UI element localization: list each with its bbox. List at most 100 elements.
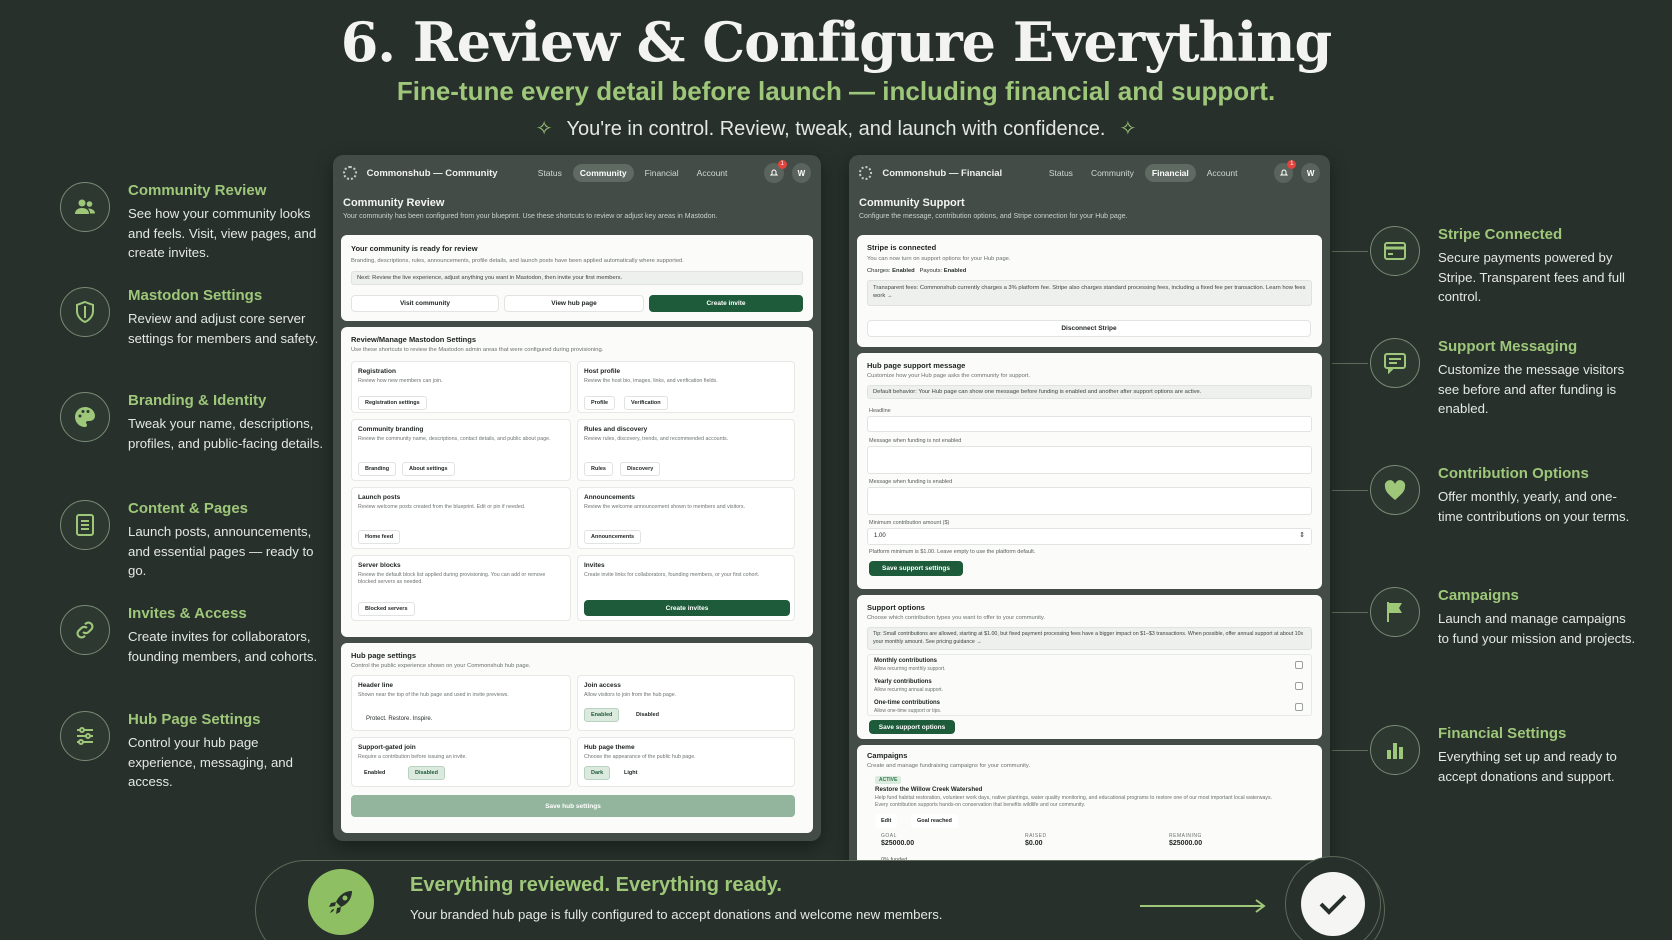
theme-dark-option[interactable]: Dark <box>584 766 611 780</box>
visit-community-button[interactable]: Visit community <box>351 295 499 312</box>
nav-community[interactable]: Community <box>572 164 634 182</box>
launch-posts-item: Launch posts Review welcome posts create… <box>351 487 571 549</box>
profile-button[interactable]: Profile <box>584 396 616 410</box>
verification-button[interactable]: Verification <box>624 396 668 410</box>
monthly-checkbox[interactable] <box>1295 661 1303 669</box>
options-list: Monthly contributions Allow recurring mo… <box>867 654 1312 716</box>
window-brand: Commonshub — Financial <box>882 167 1003 179</box>
window-topbar: Commonshub — Community Status Community … <box>333 155 821 191</box>
hub-settings-card: Hub page settings Control the public exp… <box>341 643 813 833</box>
checkmark-badge <box>1285 856 1381 940</box>
commonshub-logo-icon <box>343 166 357 180</box>
remaining-amount: $25000.00 <box>1169 840 1203 847</box>
avatar[interactable]: W <box>1301 163 1321 183</box>
page-title: 6. Review & Configure Everything <box>340 10 1333 74</box>
nav-financial[interactable]: Financial <box>1144 164 1196 182</box>
yearly-checkbox[interactable] <box>1295 682 1303 690</box>
bell-icon[interactable]: 1 <box>764 160 787 183</box>
community-support-title: Community Support <box>859 197 965 209</box>
gated-enabled-option[interactable]: Enabled <box>358 766 392 780</box>
gated-disabled-option[interactable]: Disabled <box>408 766 445 780</box>
view-hub-page-button[interactable]: View hub page <box>504 295 644 312</box>
announcements-button[interactable]: Announcements <box>584 530 642 544</box>
discovery-button[interactable]: Discovery <box>620 462 661 476</box>
one-time-checkbox[interactable] <box>1295 703 1303 711</box>
minimum-amount-input[interactable]: 1.00 ⇕ <box>867 528 1312 545</box>
save-support-options-button[interactable]: Save support options <box>869 720 955 734</box>
theme-light-option[interactable]: Light <box>618 766 644 780</box>
check-icon <box>1301 872 1365 936</box>
save-hub-settings-button[interactable]: Save hub settings <box>351 795 795 817</box>
manage-settings-card: Review/Manage Mastodon Settings Use thes… <box>341 327 813 637</box>
stepper-icon: ⇕ <box>1299 532 1305 539</box>
goal-reached-button[interactable]: Goal reached <box>911 814 958 828</box>
support-message-card: Hub page support message Customize how y… <box>857 353 1322 589</box>
window-nav: Status Community Financial Account <box>1042 164 1245 182</box>
header-line-item: Header line Shown near the top of the hu… <box>351 675 571 731</box>
rules-button[interactable]: Rules <box>584 462 613 476</box>
community-support-subtitle: Configure the message, contribution opti… <box>859 213 1128 220</box>
nav-community[interactable]: Community <box>1084 164 1141 182</box>
create-invites-button[interactable]: Create invites <box>584 600 790 616</box>
banner-subtitle: Your branded hub page is fully configure… <box>410 907 943 922</box>
next-note: Next: Review the live experience, adjust… <box>351 271 803 285</box>
nav-status[interactable]: Status <box>531 164 569 182</box>
join-disabled-option[interactable]: Disabled <box>630 708 665 722</box>
arrow-icon <box>1140 899 1266 913</box>
sparkle-icon: ✧ <box>1119 118 1137 140</box>
raised-amount: $0.00 <box>1025 840 1043 847</box>
stripe-status: Charges: Enabled Payouts: Enabled <box>867 268 967 274</box>
status-badge: ACTIVE <box>875 776 902 784</box>
about-settings-button[interactable]: About settings <box>402 462 455 476</box>
branding-button[interactable]: Branding <box>358 462 397 476</box>
ready-card: Your community is ready for review Brand… <box>341 235 813 321</box>
users-icon <box>60 182 110 232</box>
edit-campaign-button[interactable]: Edit <box>875 814 898 828</box>
window-nav: Status Community Financial Account <box>531 164 735 182</box>
sparkle-icon: ✧ <box>535 118 553 140</box>
headline-input[interactable] <box>867 416 1312 432</box>
notification-badge: 1 <box>777 160 787 169</box>
home-feed-button[interactable]: Home feed <box>358 530 401 544</box>
invites-item: Invites Create invite links for collabor… <box>577 555 795 621</box>
message-icon <box>1370 338 1420 388</box>
support-options-card: Support options Choose which contributio… <box>857 595 1322 739</box>
campaign-body: Help fund habitat restoration, volunteer… <box>875 795 1273 808</box>
registration-item: Registration Review how new members can … <box>351 361 571 413</box>
commonshub-logo-icon <box>859 166 873 180</box>
heart-icon <box>1370 465 1420 515</box>
shield-icon <box>60 287 110 337</box>
announcements-item: Announcements Review the welcome announc… <box>577 487 795 549</box>
stripe-card: Stripe is connected You can now turn on … <box>857 235 1322 347</box>
default-behavior-note: Default behavior: Your Hub page can show… <box>867 385 1312 399</box>
nav-status[interactable]: Status <box>1042 164 1080 182</box>
tip-note: Tip: Small contributions are allowed, st… <box>867 627 1312 650</box>
create-invite-button[interactable]: Create invite <box>649 295 803 312</box>
window-topbar: Commonshub — Financial Status Community … <box>849 155 1330 191</box>
avatar[interactable]: W <box>791 163 812 183</box>
header-line-value[interactable]: Protect. Restore. Inspire. <box>366 716 432 722</box>
nav-account[interactable]: Account <box>690 164 735 182</box>
rocket-icon <box>308 869 374 935</box>
page-tagline: ✧ You're in control. Review, tweak, and l… <box>535 118 1137 140</box>
support-gated-item: Support-gated join Require a contributio… <box>351 737 571 787</box>
link-icon <box>60 605 110 655</box>
message-not-enabled-textarea[interactable] <box>867 446 1312 474</box>
palette-icon <box>60 392 110 442</box>
sliders-icon <box>60 711 110 761</box>
fees-note: Transparent fees: Commonshub currently c… <box>867 280 1312 306</box>
campaigns-card: Campaigns Create and manage fundraising … <box>857 745 1322 877</box>
notification-badge: 1 <box>1287 160 1297 169</box>
blocked-servers-button[interactable]: Blocked servers <box>358 602 415 616</box>
banner-title: Everything reviewed. Everything ready. <box>410 874 782 896</box>
nav-financial[interactable]: Financial <box>638 164 686 182</box>
disconnect-stripe-button[interactable]: Disconnect Stripe <box>867 320 1311 337</box>
registration-settings-button[interactable]: Registration settings <box>358 396 427 410</box>
join-access-item: Join access Allow visitors to join from … <box>577 675 795 731</box>
join-enabled-option[interactable]: Enabled <box>584 708 620 722</box>
save-support-settings-button[interactable]: Save support settings <box>869 561 963 576</box>
bell-icon[interactable]: 1 <box>1274 160 1297 183</box>
nav-account[interactable]: Account <box>1200 164 1245 182</box>
message-enabled-textarea[interactable] <box>867 487 1312 515</box>
credit-card-icon <box>1370 226 1420 276</box>
